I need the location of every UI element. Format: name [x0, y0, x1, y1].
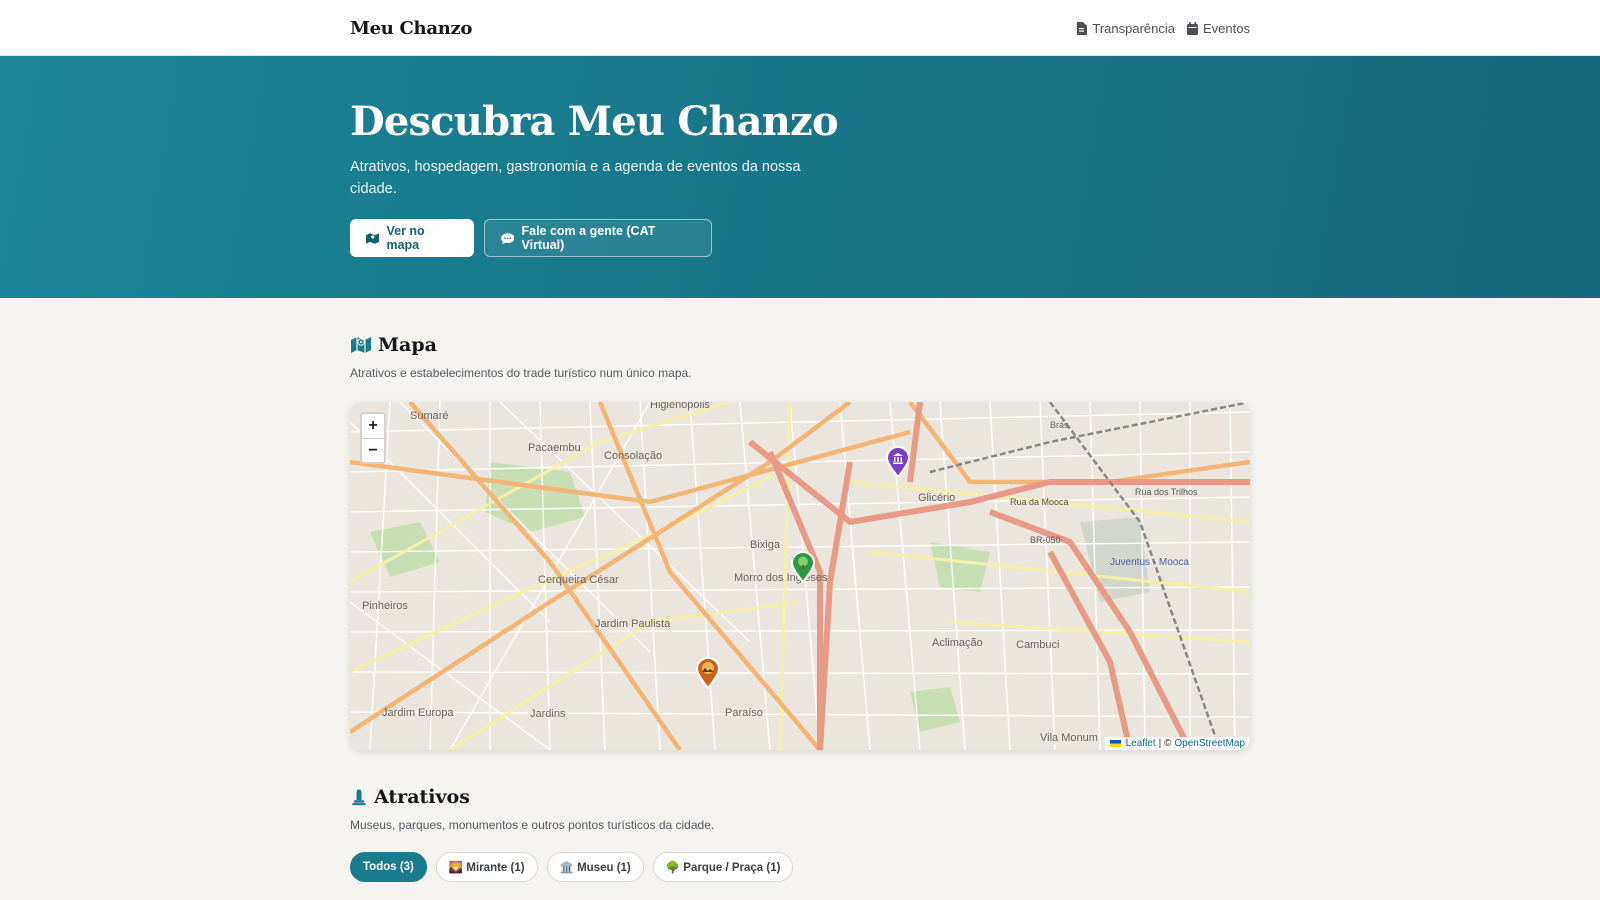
- filter-museu-chip[interactable]: 🏛️ Museu (1): [546, 852, 644, 882]
- nav-eventos-label: Eventos: [1203, 20, 1250, 36]
- map-label: Jardim Europa: [382, 707, 454, 719]
- map-label: Jardim Paulista: [595, 618, 671, 630]
- map-section: Mapa Atrativos e estabelecimentos do tra…: [350, 298, 1250, 750]
- map-label: Cambuci: [1016, 639, 1060, 651]
- hero-subtitle: Atrativos, hospedagem, gastronomia e a a…: [350, 159, 801, 197]
- map-label: BR-050: [1030, 535, 1061, 545]
- map-label: Cerqueira César: [538, 574, 619, 586]
- map-label: Paraíso: [725, 707, 763, 719]
- map-label: Glicério: [918, 492, 956, 504]
- contact-cat-button[interactable]: Fale com a gente (CAT Virtual): [484, 219, 712, 257]
- filter-all-chip[interactable]: Todos (3): [350, 852, 427, 882]
- openstreetmap-link[interactable]: OpenStreetMap: [1174, 738, 1245, 749]
- museum-marker[interactable]: [885, 446, 911, 479]
- map-label: Pacaembu: [528, 442, 581, 454]
- leaflet-link[interactable]: Leaflet: [1126, 738, 1156, 749]
- contact-cat-label: Fale com a gente (CAT Virtual): [521, 224, 656, 252]
- map-section-heading: Mapa: [378, 334, 437, 356]
- map-label: Sumaré: [410, 410, 449, 422]
- map-label: Rua dos Trilhos: [1135, 487, 1198, 497]
- map-label: Rua da Mooca: [1010, 497, 1069, 507]
- attractions-heading: Atrativos: [374, 786, 470, 808]
- park-marker[interactable]: [790, 551, 816, 584]
- map-label: Aclimação: [932, 637, 983, 649]
- nav-eventos-link[interactable]: Eventos: [1187, 21, 1250, 36]
- map-label: Higienópolis: [650, 402, 710, 411]
- category-filters: Todos (3) 🌄 Mirante (1) 🏛️ Museu (1) 🌳 P…: [350, 852, 1250, 882]
- attribution-separator: | ©: [1158, 738, 1172, 749]
- map-label: Jardins: [530, 708, 566, 720]
- map-icon: [366, 232, 380, 244]
- lookout-pin-icon: [695, 657, 721, 690]
- map-label: Pinheiros: [362, 600, 408, 612]
- lookout-marker[interactable]: [695, 657, 721, 690]
- map-label: Vila Monum: [1040, 732, 1098, 744]
- attractions-description: Museus, parques, monumentos e outros pon…: [350, 818, 715, 832]
- ukraine-flag-icon: [1109, 740, 1121, 747]
- folded-map-icon: [351, 337, 371, 353]
- museum-pin-icon: [885, 446, 911, 479]
- filter-mirante-chip[interactable]: 🌄 Mirante (1): [435, 852, 538, 882]
- zoom-control: + −: [360, 412, 386, 464]
- brand-logo[interactable]: Meu Chanzo: [350, 18, 472, 39]
- zoom-in-button[interactable]: +: [362, 414, 384, 438]
- attractions-section-title: Atrativos: [350, 786, 1250, 808]
- monument-icon: [352, 789, 366, 806]
- attractions-section: Atrativos Museus, parques, monumentos e …: [350, 750, 1250, 882]
- map-attribution: Leaflet | © OpenStreetMap: [1104, 737, 1250, 750]
- hero-title: Descubra Meu Chanzo: [350, 98, 839, 145]
- chat-bubble-icon: [501, 232, 515, 244]
- map-label: Bixiga: [750, 539, 780, 551]
- nav-transparencia-label: Transparência: [1092, 20, 1176, 36]
- view-map-button[interactable]: Ver no mapa: [350, 219, 474, 257]
- document-icon: [1077, 21, 1088, 35]
- nav-transparencia-link[interactable]: Transparência: [1076, 21, 1175, 36]
- filter-parque-chip[interactable]: 🌳 Parque / Praça (1): [652, 852, 794, 882]
- park-pin-icon: [790, 551, 816, 584]
- zoom-out-button[interactable]: −: [362, 438, 384, 462]
- hero-actions: Ver no mapa Fale com a gente (CAT Virtua…: [350, 219, 1250, 257]
- map-label: Consolação: [604, 450, 663, 462]
- hero-banner: Descubra Meu Chanzo Atrativos, hospedage…: [0, 56, 1600, 298]
- calendar-icon: [1187, 21, 1199, 35]
- map-label: Juventus - Mooca: [1110, 557, 1189, 568]
- map-label: Brás: [1050, 420, 1069, 430]
- view-map-label: Ver no mapa: [386, 224, 425, 252]
- main-nav: Transparência Eventos: [1076, 21, 1250, 36]
- map-section-description: Atrativos e estabelecimentos do trade tu…: [350, 366, 692, 380]
- interactive-map[interactable]: Higienópolis Sumaré Pacaembu Consolação …: [350, 402, 1250, 750]
- map-section-title: Mapa: [350, 334, 1250, 356]
- top-navbar: Meu Chanzo Transparência Eventos: [0, 0, 1600, 56]
